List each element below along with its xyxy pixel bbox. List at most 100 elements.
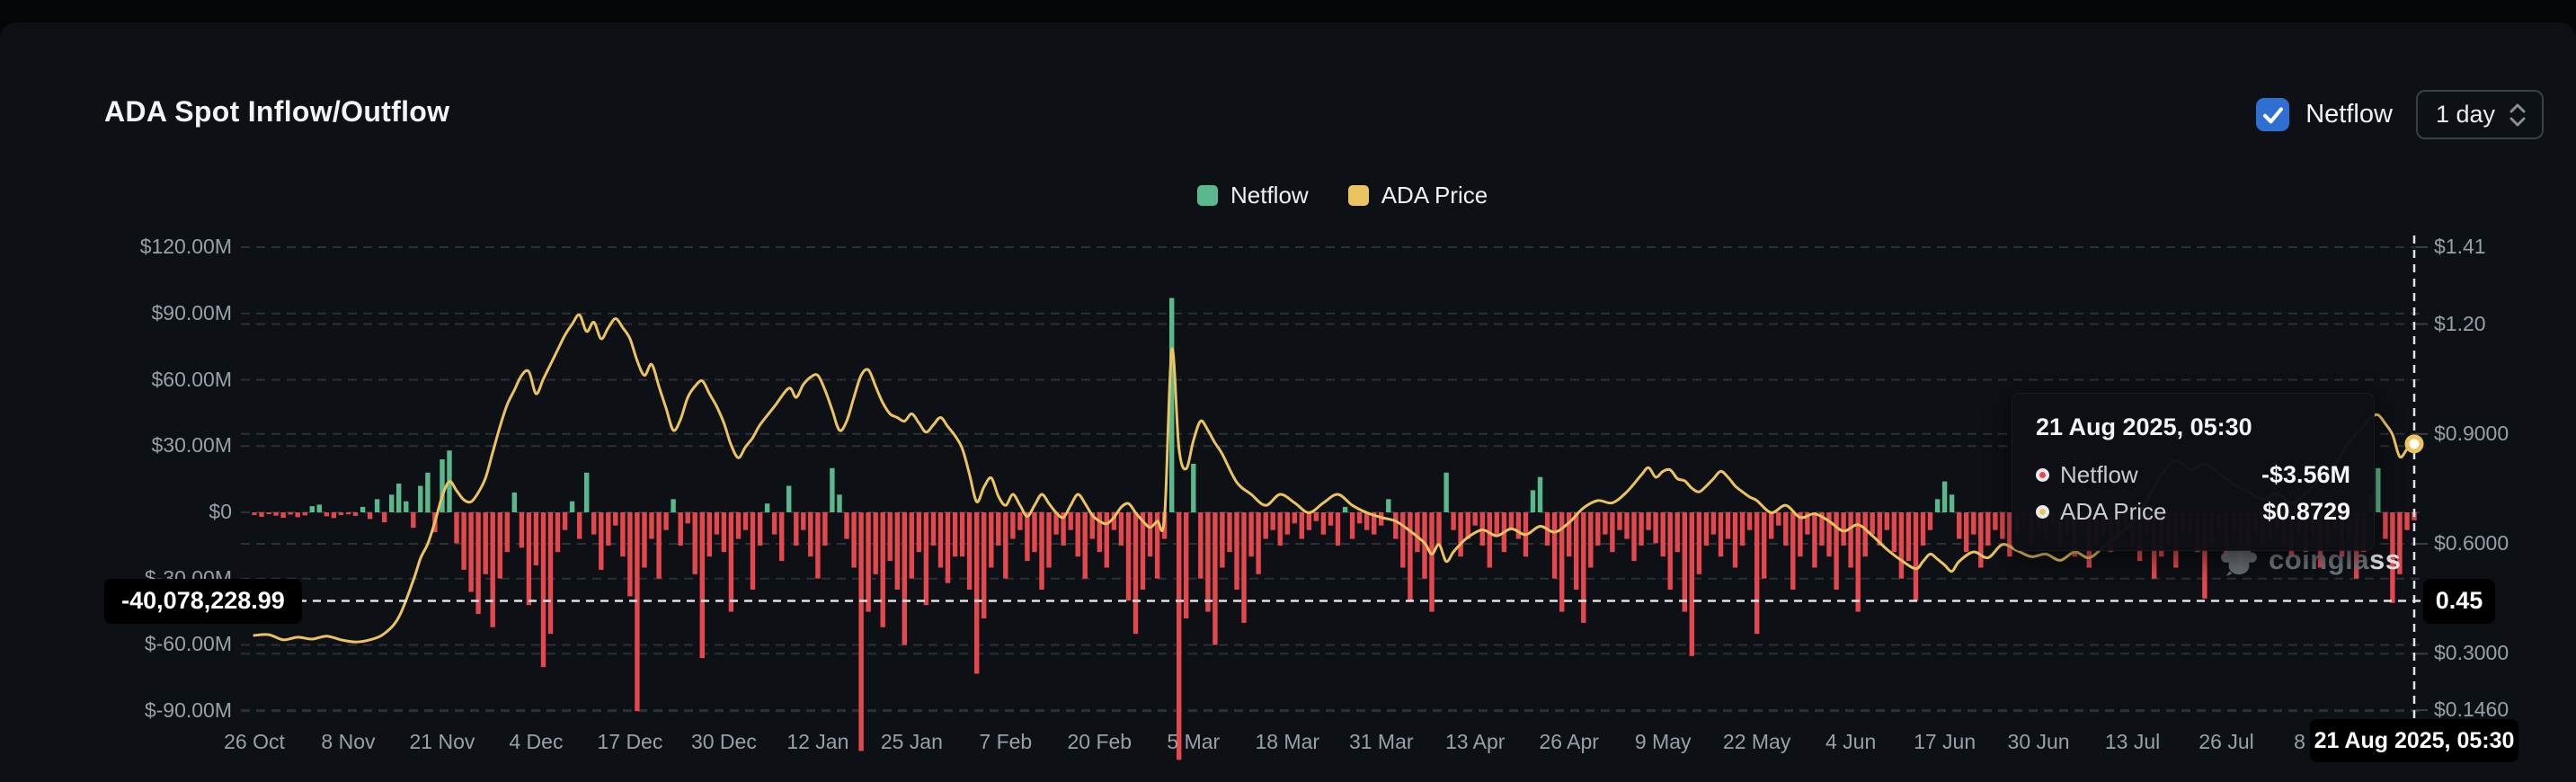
netflow-bar xyxy=(382,512,387,523)
netflow-bar xyxy=(1530,490,1536,512)
netflow-bar xyxy=(909,512,914,579)
netflow-bar xyxy=(1653,512,1658,544)
netflow-bar xyxy=(519,512,525,548)
netflow-bar xyxy=(1971,512,1976,535)
netflow-bar xyxy=(1263,512,1268,539)
netflow-bar xyxy=(1646,512,1651,530)
netflow-axis-tick: $60.00M xyxy=(151,367,232,391)
netflow-bar xyxy=(352,512,359,516)
netflow-bar xyxy=(1335,512,1341,546)
netflow-bar xyxy=(1118,512,1124,546)
netflow-bar xyxy=(996,512,1001,546)
netflow-bar xyxy=(830,467,835,512)
netflow-bar xyxy=(396,484,402,512)
tooltip-ada-price-label: ADA Price xyxy=(2060,498,2167,525)
netflow-bar xyxy=(786,485,792,512)
netflow-bar xyxy=(454,512,459,544)
netflow-bar xyxy=(1993,512,1998,530)
netflow-bar xyxy=(1320,512,1327,535)
netflow-checkbox-label: Netflow xyxy=(2305,100,2393,129)
netflow-bar xyxy=(1494,512,1499,535)
price-axis-tick-label: $0.9000 xyxy=(2434,421,2509,445)
netflow-bar xyxy=(1949,494,1955,512)
netflow-bar xyxy=(1284,512,1290,535)
netflow-bar xyxy=(894,512,900,590)
netflow-checkbox[interactable] xyxy=(2256,98,2290,131)
interval-select[interactable]: 1 day xyxy=(2415,90,2544,139)
netflow-bar xyxy=(1898,512,1905,579)
netflow-bar xyxy=(1248,512,1254,557)
netflow-bar xyxy=(591,512,597,535)
netflow-bar xyxy=(808,512,813,557)
netflow-bar xyxy=(1400,512,1406,568)
netflow-bar xyxy=(1718,512,1724,557)
netflow-bar xyxy=(1429,512,1435,612)
netflow-bar xyxy=(1660,512,1666,557)
netflow-bar xyxy=(1870,512,1875,535)
netflow-bar xyxy=(678,512,683,546)
netflow-bar xyxy=(779,512,785,562)
netflow-bar xyxy=(1862,512,1868,557)
netflow-bar xyxy=(945,512,951,583)
date-axis-tick: 30 Jun xyxy=(2007,730,2070,753)
netflow-bar xyxy=(1198,512,1204,579)
netflow-bar xyxy=(273,512,279,516)
netflow-bar xyxy=(1696,512,1702,574)
price-axis-tick-label: $0.1460 xyxy=(2434,698,2509,721)
chart-controls: Netflow 1 day xyxy=(2256,90,2544,139)
netflow-bar xyxy=(1567,512,1572,557)
netflow-bar xyxy=(930,512,937,546)
netflow-bar xyxy=(1408,512,1413,601)
netflow-bar xyxy=(1356,512,1363,524)
netflow-bar xyxy=(2000,512,2005,539)
netflow-bar xyxy=(490,512,495,627)
netflow-axis-tick: $120.00M xyxy=(139,235,232,258)
chart-tooltip: 21 Aug 2025, 05:30 Netflow -$3.56M ADA P… xyxy=(2012,393,2375,551)
netflow-bar xyxy=(504,512,510,553)
netflow-bar xyxy=(966,512,973,590)
netflow-bar xyxy=(1985,512,1991,546)
price-axis-tick-label: $1.20 xyxy=(2434,311,2486,335)
legend-item-netflow[interactable]: Netflow xyxy=(1197,182,1309,209)
netflow-bar xyxy=(425,472,431,512)
netflow-bar xyxy=(1551,512,1558,579)
netflow-bar xyxy=(923,512,929,606)
netflow-bar xyxy=(533,512,539,565)
netflow-bar xyxy=(1964,512,1969,553)
netflow-bar xyxy=(345,512,351,515)
select-chevrons-icon xyxy=(2509,103,2526,126)
netflow-bar xyxy=(468,512,474,592)
ada-price-marker-icon xyxy=(2036,505,2049,519)
netflow-bar xyxy=(866,512,871,612)
netflow-bar xyxy=(1631,512,1637,562)
netflow-axis-tick: $-60.00M xyxy=(144,632,232,656)
netflow-bar xyxy=(1292,512,1297,524)
date-axis-tick: 26 Apr xyxy=(1539,730,1599,753)
tooltip-row-netflow: Netflow -$3.56M xyxy=(2036,461,2350,489)
netflow-bar xyxy=(526,512,532,606)
netflow-bar xyxy=(1769,512,1774,539)
netflow-bar xyxy=(982,512,987,618)
date-axis-tick: 9 May xyxy=(1634,730,1692,753)
netflow-bar xyxy=(1256,512,1261,574)
date-axis-tick: 26 Oct xyxy=(224,730,285,753)
netflow-bar xyxy=(1306,512,1312,530)
netflow-bar xyxy=(599,512,604,570)
netflow-bar xyxy=(2376,467,2381,512)
netflow-bar xyxy=(1610,512,1615,553)
netflow-bar xyxy=(555,512,561,553)
ada-spot-inflow-outflow-page: ADA Spot Inflow/Outflow Netflow 1 day Ne… xyxy=(0,0,2576,782)
date-axis-tick: 13 Apr xyxy=(1444,730,1506,753)
netflow-bar xyxy=(1270,512,1275,530)
legend-item-ada-price[interactable]: ADA Price xyxy=(1347,182,1488,209)
netflow-bar xyxy=(1025,512,1030,562)
netflow-bar xyxy=(959,512,965,557)
netflow-bar xyxy=(880,512,885,627)
netflow-bar xyxy=(721,512,727,553)
date-axis-tick: 7 Feb xyxy=(979,730,1033,753)
netflow-bar xyxy=(613,512,618,526)
checkmark-icon xyxy=(2262,106,2283,123)
netflow-bar xyxy=(685,512,690,524)
netflow-bar xyxy=(1451,512,1456,530)
netflow-bar xyxy=(1068,512,1073,530)
